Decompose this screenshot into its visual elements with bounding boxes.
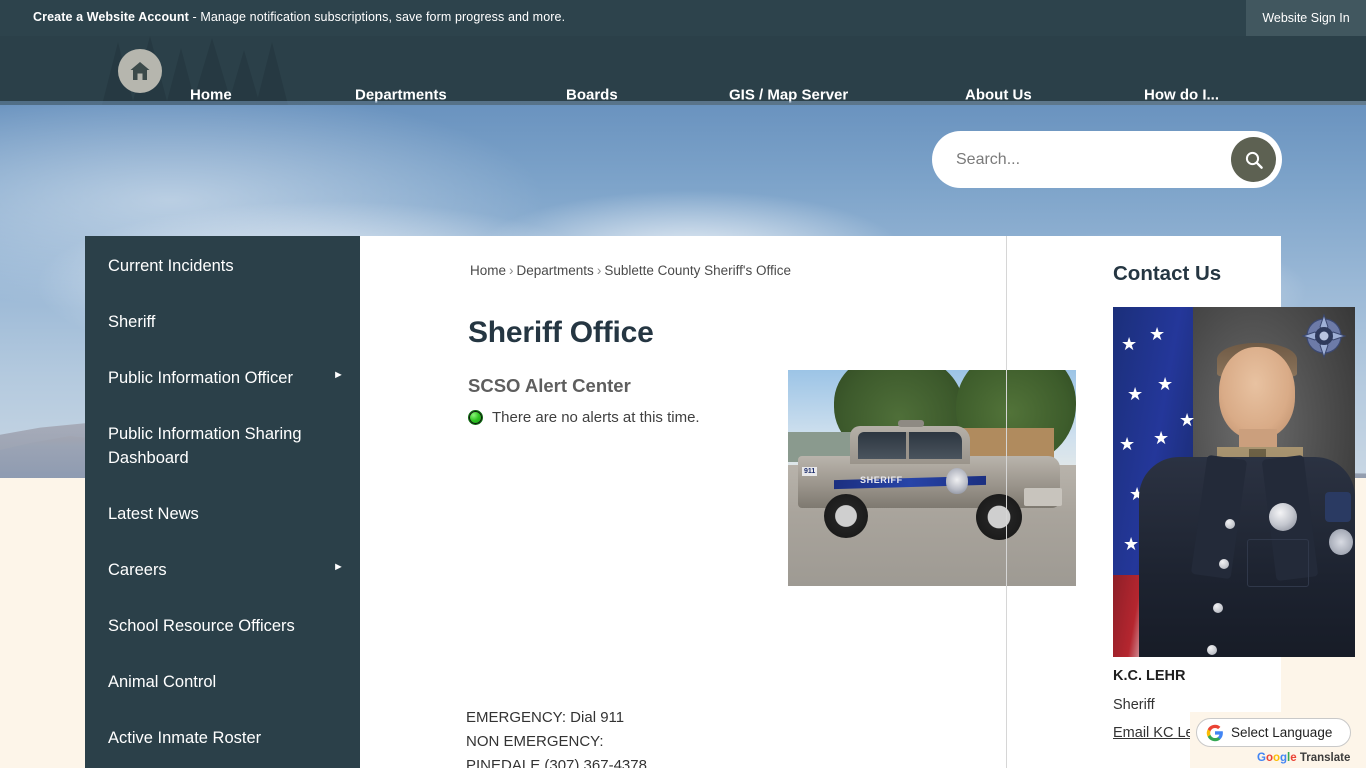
contact-person-name: K.C. LEHR <box>1113 668 1186 684</box>
sidebar-item-active-inmate-roster[interactable]: Active Inmate Roster <box>108 726 338 750</box>
breadcrumb-item-current: Sublette County Sheriff's Office <box>604 263 791 278</box>
main-content-column: Home › Departments › Sublette County Sheriff… <box>360 236 1076 768</box>
truck-windows <box>858 432 962 459</box>
sidebar-item-current-incidents[interactable]: Current Incidents <box>108 254 338 278</box>
alert-status-text: There are no alerts at this time. <box>492 409 700 426</box>
top-utility-bar: Create a Website Account - Manage notifi… <box>0 0 1366 36</box>
flag-star-icon: ★ <box>1127 384 1144 404</box>
alert-center-heading: SCSO Alert Center <box>468 375 631 396</box>
truck-911-decal: 911 <box>802 467 818 476</box>
google-letter-o2: o <box>1272 752 1281 764</box>
portrait-jacket-button <box>1225 519 1235 529</box>
google-translate-widget: Select Language Google Translate <box>1190 712 1366 768</box>
translate-word: Translate <box>1299 752 1351 764</box>
portrait-face <box>1219 347 1295 439</box>
portrait-chest-badge-icon <box>1269 503 1297 531</box>
truck-door-badge-icon <box>946 468 968 494</box>
flag-star-icon: ★ <box>1149 324 1166 344</box>
sidebar-item-public-information-officer[interactable]: Public Information Officer <box>108 366 338 390</box>
website-sign-in-label: Website Sign In <box>1262 11 1350 25</box>
google-letter-g2: g <box>1280 752 1288 764</box>
breadcrumb-item-departments[interactable]: Departments <box>517 263 594 278</box>
portrait-arm-emblem-icon <box>1329 529 1353 555</box>
search-icon <box>1245 151 1263 169</box>
google-letter-g1: G <box>1257 752 1266 764</box>
section-sidebar-nav: Current Incidents Sheriff Public Informa… <box>85 236 360 768</box>
sidebar-item-animal-control[interactable]: Animal Control <box>108 670 338 694</box>
portrait-jacket-pocket <box>1247 539 1309 587</box>
sidebar-item-latest-news[interactable]: Latest News <box>108 502 338 526</box>
create-account-notice[interactable]: Create a Website Account - Manage notifi… <box>33 10 565 24</box>
nav-bottom-divider <box>0 101 1366 105</box>
search-submit-button[interactable] <box>1231 137 1276 182</box>
alert-status-row: There are no alerts at this time. <box>468 409 700 426</box>
google-logo-icon <box>1206 724 1223 741</box>
emergency-contact-text: EMERGENCY: Dial 911 NON EMERGENCY: PINED… <box>466 709 647 768</box>
contact-us-heading: Contact Us <box>1113 262 1222 285</box>
search-bar <box>932 131 1282 188</box>
page-title: Sheriff Office <box>468 316 654 349</box>
flag-star-icon: ★ <box>1123 534 1140 554</box>
chevron-right-icon-careers[interactable]: ► <box>333 561 344 573</box>
sidebar-item-careers[interactable]: Careers <box>108 558 338 582</box>
nav-items-container: Home Departments Boards GIS / Map Server… <box>0 36 1366 105</box>
page-root: Create a Website Account - Manage notifi… <box>0 0 1366 768</box>
sheriff-portrait-photo: ★ ★ ★ ★ ★ ★ ★ ★ ★ ★ ★ <box>1113 307 1355 657</box>
portrait-jacket-button <box>1213 603 1223 613</box>
flag-star-icon: ★ <box>1119 434 1136 454</box>
truck-sheriff-lettering: SHERIFF <box>860 475 903 485</box>
chevron-right-icon-public-information-officer[interactable]: ► <box>333 369 344 381</box>
create-account-bold: Create a Website Account <box>33 10 189 24</box>
contact-us-column: Contact Us ★ ★ ★ ★ ★ ★ ★ ★ ★ ★ ★ <box>1006 236 1355 768</box>
truck-window-divider <box>906 432 909 459</box>
sidebar-item-sheriff[interactable]: Sheriff <box>108 310 338 334</box>
flag-star-icon: ★ <box>1121 334 1138 354</box>
flag-star-icon: ★ <box>1179 410 1196 430</box>
flag-star-icon: ★ <box>1153 428 1170 448</box>
contact-person-title: Sheriff <box>1113 697 1155 713</box>
portrait-jacket-button <box>1219 559 1229 569</box>
breadcrumb: Home › Departments › Sublette County Sheriff… <box>470 263 791 278</box>
select-language-label: Select Language <box>1231 725 1333 740</box>
create-account-subtext: - Manage notification subscriptions, sav… <box>188 10 566 24</box>
truck-light-bar <box>898 420 924 427</box>
breadcrumb-separator-1: › <box>509 263 514 278</box>
flag-star-icon: ★ <box>1157 374 1174 394</box>
search-input[interactable] <box>956 131 1226 188</box>
page-content-card: Current Incidents Sheriff Public Informa… <box>85 236 1355 768</box>
portrait-jacket-button <box>1207 645 1217 655</box>
sidebar-item-public-information-sharing-dashboard[interactable]: Public Information Sharing Dashboard <box>108 422 338 470</box>
status-green-dot-icon <box>468 410 483 425</box>
google-translate-attribution: Google Translate <box>1257 752 1350 764</box>
sheriff-star-seal-icon <box>1301 313 1347 359</box>
breadcrumb-item-home[interactable]: Home <box>470 263 506 278</box>
breadcrumb-separator-2: › <box>596 263 602 278</box>
google-letter-e: e <box>1290 752 1297 764</box>
truck-rear-wheel <box>824 494 868 538</box>
sidebar-item-school-resource-officers[interactable]: School Resource Officers <box>108 614 338 638</box>
google-letter-o1: o <box>1265 752 1273 764</box>
website-sign-in-button[interactable]: Website Sign In <box>1246 0 1366 36</box>
portrait-shoulder-patch <box>1325 492 1351 522</box>
select-language-button[interactable]: Select Language <box>1196 718 1351 747</box>
